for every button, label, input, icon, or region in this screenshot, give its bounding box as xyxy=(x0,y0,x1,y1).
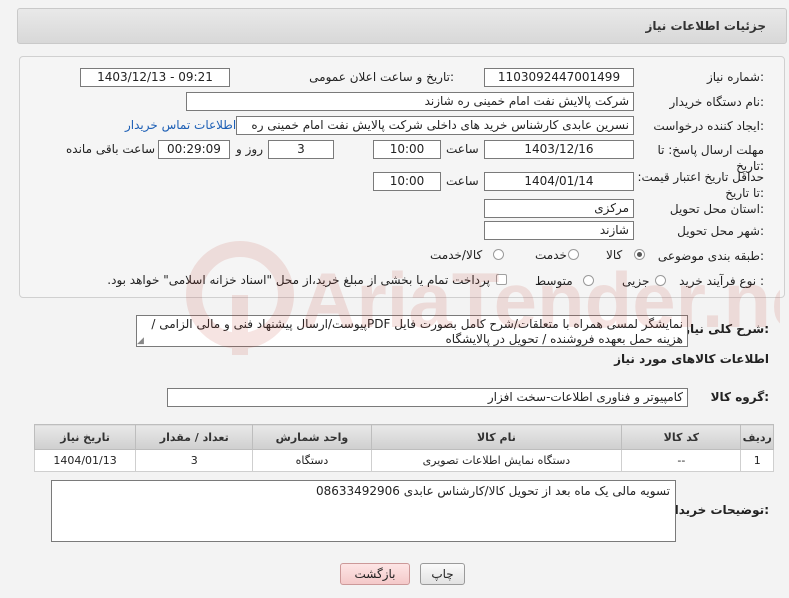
print-button[interactable]: چاپ xyxy=(420,563,465,585)
reply-date-field[interactable]: 1403/12/16 xyxy=(484,140,634,159)
buyer-notes-label: توضیحات خریدار: xyxy=(667,503,769,517)
city-label: شهر محل تحویل: xyxy=(677,224,764,238)
row-need-date: 1404/01/13 xyxy=(33,449,137,472)
province-label: استان محل تحویل: xyxy=(669,202,764,216)
col-name: نام کالا xyxy=(370,424,623,450)
col-need-date: تاریخ نیاز xyxy=(33,424,137,450)
row-quantity: 3 xyxy=(135,449,254,472)
need-number-label: شماره نیاز: xyxy=(706,70,764,84)
reply-time-field[interactable]: 10:00 xyxy=(373,140,441,159)
reply-time-label: ساعت xyxy=(446,142,479,156)
process-type-label: نوع فرآیند خرید : xyxy=(679,274,764,288)
time-remaining-field[interactable]: 00:29:09 xyxy=(158,140,230,159)
col-unit: واحد شمارش xyxy=(252,424,372,450)
price-date-field[interactable]: 1404/01/14 xyxy=(484,172,634,191)
process-medium-radio[interactable] xyxy=(583,275,594,286)
buyer-org-field[interactable]: شرکت پالایش نفت امام خمینی ره شازند xyxy=(186,92,634,111)
category-service-radio[interactable] xyxy=(568,249,579,260)
col-code: کد کالا xyxy=(621,424,742,450)
row-code: -- xyxy=(621,449,742,472)
panel-header: جزئیات اطلاعات نیاز xyxy=(17,8,787,44)
category-service-label: خدمت xyxy=(535,248,567,262)
treasury-payment-checkbox[interactable] xyxy=(496,274,507,285)
contact-info-link[interactable]: اطلاعات تماس خریدار xyxy=(125,118,236,132)
price-validity-label: حداقل تاریخ اعتبار قیمت: تا تاریخ: xyxy=(637,170,764,200)
category-both-label: کالا/خدمت xyxy=(430,248,483,262)
process-medium-label: متوسط xyxy=(535,274,573,288)
goods-section-title: اطلاعات کالاهای مورد نیاز xyxy=(614,352,769,366)
back-button[interactable]: بازگشت xyxy=(340,563,410,585)
table-row[interactable]: 1 -- دستگاه نمایش اطلاعات تصویری دستگاه … xyxy=(33,449,774,472)
province-field[interactable]: مرکزی xyxy=(484,199,634,218)
goods-group-field[interactable]: کامپیوتر و فناوری اطلاعات-سخت افزار xyxy=(167,388,688,407)
days-and-label: روز و xyxy=(236,142,263,156)
announce-label: تاریخ و ساعت اعلان عمومی: xyxy=(309,70,454,84)
process-minor-label: جزیی xyxy=(622,274,650,288)
treasury-payment-note: پرداخت تمام یا بخشی از مبلغ خرید،از محل … xyxy=(107,273,490,287)
description-textarea[interactable]: نمایشگر لمسی همراه با متعلقات/شرح کامل ب… xyxy=(136,315,688,347)
resize-handle-icon[interactable]: ◢ xyxy=(137,336,144,346)
price-time-label: ساعت xyxy=(446,174,479,188)
category-label: طبقه بندی موضوعی: xyxy=(657,249,764,263)
price-time-field[interactable]: 10:00 xyxy=(373,172,441,191)
announce-field[interactable]: 1403/12/13 - 09:21 xyxy=(80,68,230,87)
row-number: 1 xyxy=(740,449,774,472)
need-number-field[interactable]: 1103092447001499 xyxy=(484,68,634,87)
days-remaining-field[interactable]: 3 xyxy=(268,140,334,159)
creator-field[interactable]: نسرین عابدی کارشناس خرید های داخلی شرکت … xyxy=(236,116,634,135)
category-both-radio[interactable] xyxy=(493,249,504,260)
col-row: ردیف xyxy=(740,424,774,450)
row-unit: دستگاه xyxy=(252,449,372,472)
category-goods-label: کالا xyxy=(606,248,623,262)
time-remaining-label: ساعت باقی مانده xyxy=(66,142,156,156)
goods-group-label: گروه کالا: xyxy=(710,390,769,404)
description-label: شرح کلی نیاز: xyxy=(683,322,769,336)
creator-label: ایجاد کننده درخواست: xyxy=(653,119,764,133)
process-minor-radio[interactable] xyxy=(655,275,666,286)
row-name: دستگاه نمایش اطلاعات تصویری xyxy=(370,449,623,472)
goods-table-header: ردیف کد کالا نام کالا واحد شمارش تعداد /… xyxy=(33,424,774,450)
city-field[interactable]: شازند xyxy=(484,221,634,240)
col-quantity: تعداد / مقدار xyxy=(135,424,254,450)
page-title: جزئیات اطلاعات نیاز xyxy=(645,19,766,33)
category-goods-radio[interactable] xyxy=(634,249,645,260)
buyer-notes-textarea[interactable]: تسویه مالی یک ماه بعد از تحویل کالا/کارش… xyxy=(51,480,676,542)
goods-table: ردیف کد کالا نام کالا واحد شمارش تعداد /… xyxy=(33,424,774,472)
buyer-org-label: نام دستگاه خریدار: xyxy=(669,95,765,109)
